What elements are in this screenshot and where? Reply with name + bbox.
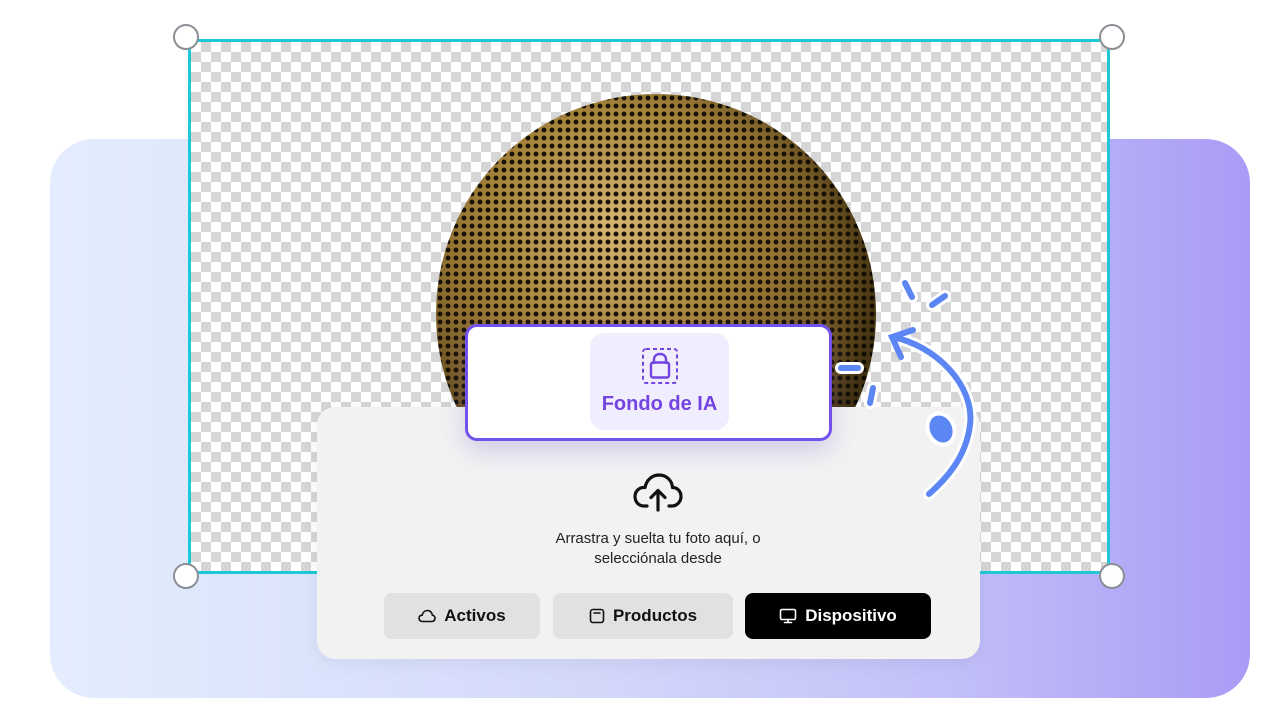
products-button[interactable]: Productos bbox=[553, 593, 733, 639]
cloud-icon bbox=[418, 609, 437, 623]
assets-button[interactable]: Activos bbox=[384, 593, 540, 639]
ai-background-label: Fondo de IA bbox=[601, 393, 718, 415]
upload-instructions-line1: Arrastra y suelta tu foto aquí, o bbox=[555, 530, 761, 547]
monitor-icon bbox=[779, 608, 797, 624]
device-button[interactable]: Dispositivo bbox=[745, 593, 931, 639]
upload-instructions: Arrastra y suelta tu foto aquí, o selecc… bbox=[500, 529, 816, 569]
products-button-label: Productos bbox=[612, 606, 698, 625]
device-button-label: Dispositivo bbox=[805, 606, 897, 625]
ai-background-bag-icon bbox=[642, 348, 678, 384]
resize-handle-top-left[interactable] bbox=[173, 24, 199, 50]
product-box-icon bbox=[589, 608, 605, 624]
upload-instructions-line2: selecciónala desde bbox=[594, 550, 722, 567]
assets-button-label: Activos bbox=[444, 606, 506, 625]
resize-handle-top-right[interactable] bbox=[1099, 24, 1125, 50]
resize-handle-bottom-left[interactable] bbox=[173, 563, 199, 589]
cloud-upload-icon[interactable] bbox=[633, 470, 683, 514]
pointing-arrow-doodle bbox=[835, 277, 977, 500]
resize-handle-bottom-right[interactable] bbox=[1099, 563, 1125, 589]
